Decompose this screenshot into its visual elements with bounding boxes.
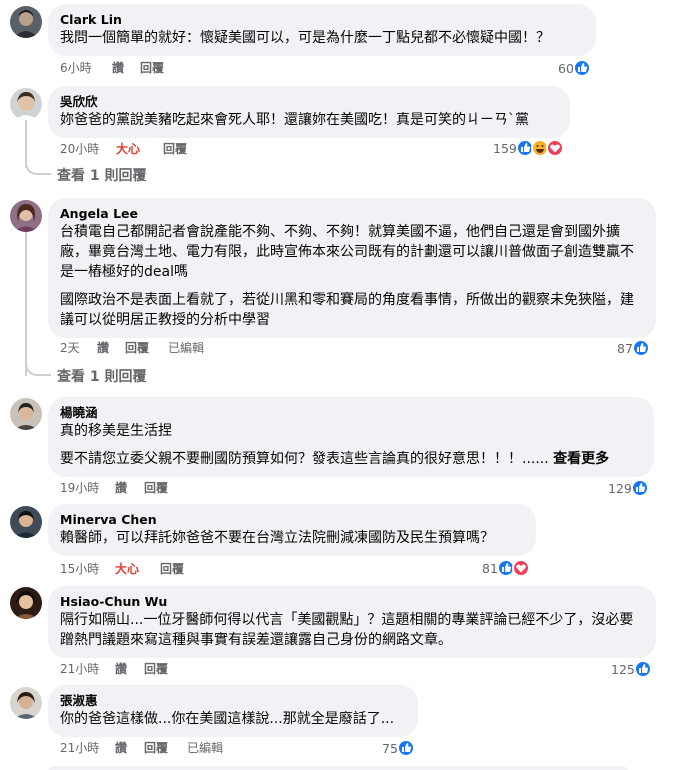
comment-bubble: Hsiao-Chun Wu 隔行如隔山...一位牙醫師何得以代言「美國觀點」？這… [48,586,656,658]
reaction-count: 60 [558,60,574,76]
comment-text: 你的爸爸這樣做...你在美國這樣說...那就全是廢話了... [60,709,406,729]
comment-text: 真的移美是生活捏 要不請您立委父親不要刪國防預算如何？發表這些言論真的很好意思！… [60,421,642,469]
thread-line [25,232,27,376]
comment-author[interactable]: 張淑惠 [60,692,406,709]
edited-label: 已編輯 [168,341,205,355]
comment-time[interactable]: 20小時 [60,140,99,158]
edited-label: 已編輯 [187,741,224,755]
reaction-count: 129 [608,480,632,496]
comment-text: 隔行如隔山...一位牙醫師何得以代言「美國觀點」？這題相關的專業評論已經不少了，… [60,610,644,650]
reply-button[interactable]: 回覆 [163,140,187,158]
reaction-count: 159 [493,140,517,156]
comment-text: 賴醫師，可以拜託妳爸爸不要在台灣立法院刪減凍國防及民生預算嗎？ [60,528,524,548]
avatar[interactable] [10,587,42,619]
avatar[interactable] [10,506,42,538]
reply-button[interactable]: 回覆 [160,560,184,578]
reaction-count: 87 [617,340,633,356]
comment-bubble: Angela Lee 台積電自己都開記者會說產能不夠、不夠、不夠！就算美國不逼，… [48,198,656,338]
avatar[interactable] [10,687,42,719]
comment-bubble: Clark Lin 我問一個簡單的就好：懷疑美國可以，可是為什麼一丁點兒都不必懷… [48,4,596,56]
reaction-summary[interactable]: 81 [482,558,530,578]
thread-line [25,119,27,168]
comment-paragraph: 真的移美是生活捏 [60,423,172,439]
comment-author[interactable]: 吳欣欣 [60,93,558,110]
like-button[interactable]: 大心 [115,560,139,578]
like-icon [631,339,650,357]
reaction-count: 75 [382,740,398,756]
reply-button[interactable]: 回覆 [144,660,168,678]
like-button[interactable]: 大心 [116,140,140,158]
love-icon [545,139,564,157]
like-icon [633,660,652,678]
reaction-summary[interactable]: 159 [493,138,564,158]
like-button[interactable]: 讚 [115,479,127,497]
comment-author[interactable]: 楊曉涵 [60,404,642,421]
comment-paragraph: 台積電自己都開記者會說產能不夠、不夠、不夠！就算美國不逼，他們自己還是會到國外擴… [60,224,634,280]
comment-text: 台積電自己都開記者會說產能不夠、不夠、不夠！就算美國不逼，他們自己還是會到國外擴… [60,222,644,330]
like-icon [630,479,649,497]
reaction-count: 81 [482,560,498,576]
like-button[interactable]: 讚 [112,59,124,77]
like-icon [396,739,415,757]
like-icon [572,59,591,77]
avatar[interactable] [10,6,42,38]
comment-paragraph: 你的爸爸這樣做...你在美國這樣說...那就全是廢話了... [60,711,395,727]
view-replies-link[interactable]: 查看 1 則回覆 [57,366,147,386]
avatar[interactable] [10,200,42,232]
avatar[interactable] [10,88,42,120]
reply-button[interactable]: 回覆 [140,59,164,77]
reaction-count: 125 [611,661,635,677]
comment-author[interactable]: Clark Lin [60,11,584,28]
comment-time[interactable]: 19小時 [60,479,99,497]
comment-bubble: 吳欣欣 妳爸爸的黨說美豬吃起來會死人耶！還讓妳在美國吃！真是可笑的ㄐㄧㄢˋ黨 [48,86,570,138]
comment-author[interactable]: Hsiao-Chun Wu [60,593,644,610]
comment-author[interactable]: Minerva Chen [60,511,524,528]
love-icon [511,559,530,577]
reply-thread-curve [25,364,51,376]
reaction-summary[interactable]: 75 [382,738,415,758]
comment-time[interactable]: 15小時 [60,560,99,578]
reaction-summary[interactable]: 125 [611,659,652,679]
comment-paragraph: 國際政治不是表面上看就了，若從川黑和零和賽局的角度看事情，所做出的觀察未免狹隘，… [60,292,634,328]
reaction-summary[interactable]: 60 [558,58,591,78]
reply-button[interactable]: 回覆 [144,739,168,757]
comment-paragraph: 妳爸爸的黨說美豬吃起來會死人耶！還讓妳在美國吃！真是可笑的ㄐㄧㄢˋ黨 [60,112,529,128]
comment-paragraph: 要不請您立委父親不要刪國防預算如何？發表這些言論真的很好意思！！！...... … [60,449,642,469]
like-button[interactable]: 讚 [115,739,127,757]
comment-text-truncated: 要不請您立委父親不要刪國防預算如何？發表這些言論真的很好意思！！！...... [60,451,549,467]
comment-paragraph: 我問一個簡單的就好：懷疑美國可以，可是為什麼一丁點兒都不必懷疑中國！？ [60,30,550,46]
comment-time[interactable]: 2天 [60,339,80,357]
like-button[interactable]: 讚 [115,660,127,678]
see-more-link[interactable]: 查看更多 [553,451,609,467]
view-replies-link[interactable]: 查看 1 則回覆 [57,165,147,185]
comment-author[interactable]: Angela Lee [60,205,644,222]
like-button[interactable]: 讚 [97,339,109,357]
comment-paragraph: 賴醫師，可以拜託妳爸爸不要在台灣立法院刪減凍國防及民生預算嗎？ [60,530,494,546]
comment-paragraph: 隔行如隔山...一位牙醫師何得以代言「美國觀點」？這題相關的專業評論已經不少了，… [60,612,634,648]
reply-thread-curve [25,163,51,175]
reaction-summary[interactable]: 87 [617,338,650,358]
comment-time[interactable]: 21小時 [60,660,99,678]
next-comment-edge [48,766,628,770]
comment-text: 妳爸爸的黨說美豬吃起來會死人耶！還讓妳在美國吃！真是可笑的ㄐㄧㄢˋ黨 [60,110,558,130]
comment-time[interactable]: 21小時 [60,739,99,757]
reaction-summary[interactable]: 129 [608,478,649,498]
comment-bubble: 張淑惠 你的爸爸這樣做...你在美國這樣說...那就全是廢話了... [48,685,418,737]
avatar[interactable] [10,398,42,430]
comment-bubble: 楊曉涵 真的移美是生活捏 要不請您立委父親不要刪國防預算如何？發表這些言論真的很… [48,397,654,477]
comment-bubble: Minerva Chen 賴醫師，可以拜託妳爸爸不要在台灣立法院刪減凍國防及民生… [48,504,536,556]
reply-button[interactable]: 回覆 [144,479,168,497]
comment-text: 我問一個簡單的就好：懷疑美國可以，可是為什麼一丁點兒都不必懷疑中國！？ [60,28,584,48]
reply-button[interactable]: 回覆 [125,339,149,357]
comment-time[interactable]: 6小時 [60,59,92,77]
